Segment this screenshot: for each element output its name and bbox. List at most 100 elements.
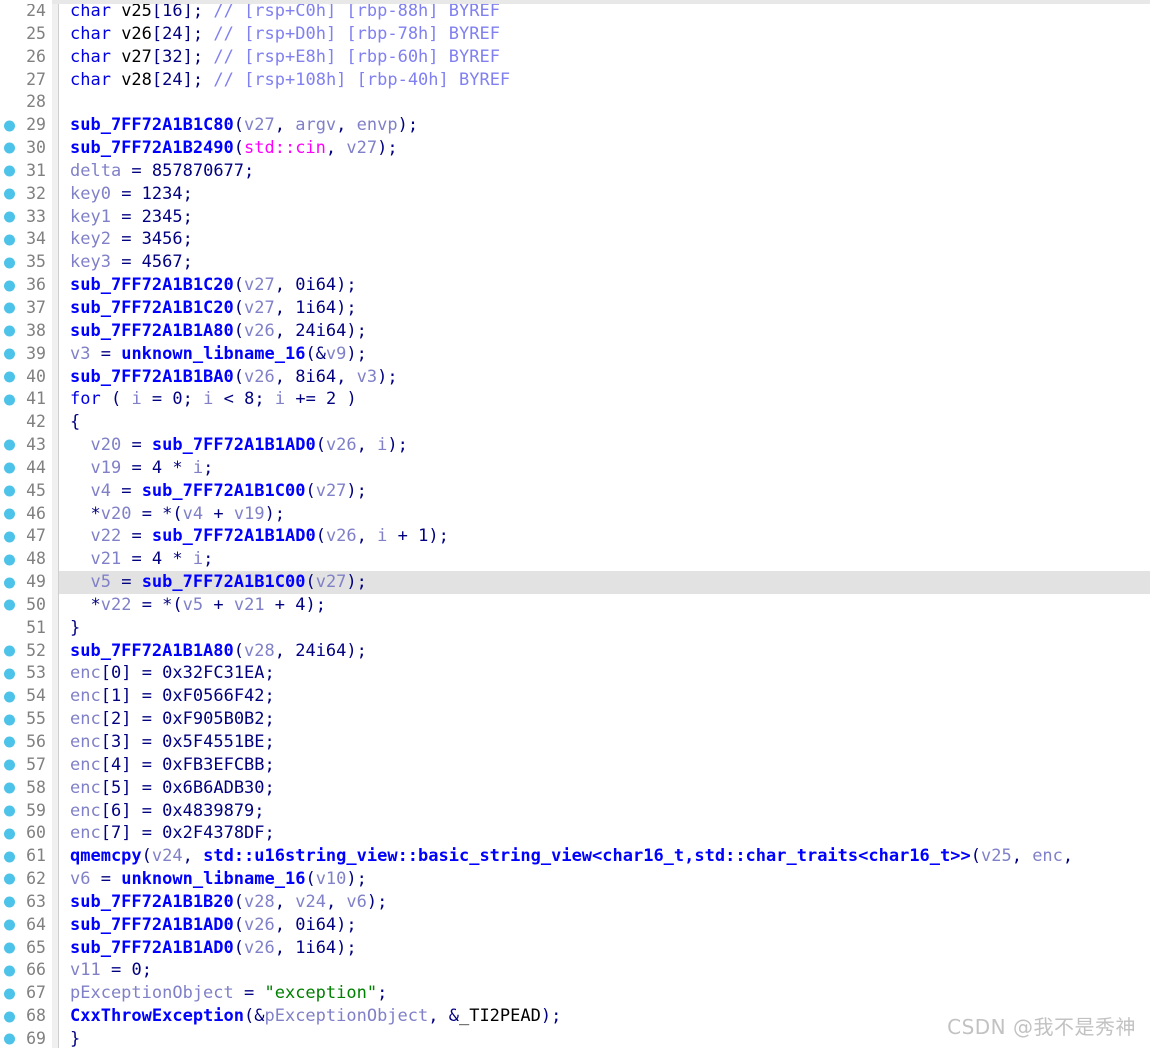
token-pun[interactable]: ( — [234, 367, 244, 387]
token-num[interactable]: 1i64 — [295, 938, 336, 958]
token-plain[interactable]: v27 — [121, 47, 152, 67]
token-var[interactable]: v24 — [295, 892, 326, 912]
token-pun[interactable]: [ — [152, 70, 162, 90]
token-num[interactable]: 4 — [152, 549, 162, 569]
token-pun[interactable]: ( — [305, 481, 315, 501]
token-num[interactable]: 24 — [162, 70, 182, 90]
code-line[interactable]: 62 v6 = unknown_libname_16(v10); — [0, 868, 1150, 891]
token-var[interactable]: i — [131, 389, 141, 409]
token-var[interactable]: v22 — [101, 595, 132, 615]
token-pun[interactable]: ] = — [121, 778, 162, 798]
token-num[interactable]: 857870677 — [152, 161, 244, 181]
code-line-text[interactable]: enc[0] = 0x32FC31EA; — [59, 662, 275, 685]
token-kw[interactable]: char — [70, 1, 121, 21]
token-var[interactable]: v10 — [316, 869, 347, 889]
code-line-text[interactable]: key3 = 4567; — [59, 251, 193, 274]
code-line-text[interactable]: *v22 = *(v5 + v21 + 4); — [59, 594, 326, 617]
token-pun[interactable]: ; — [265, 755, 275, 775]
code-line[interactable]: 61 qmemcpy(v24, std::u16string_view::basi… — [0, 845, 1150, 868]
token-pun[interactable]: , — [326, 892, 346, 912]
token-var[interactable]: key0 — [70, 184, 111, 204]
token-pun[interactable]: [ — [101, 823, 111, 843]
token-pun[interactable]: = *( — [131, 595, 183, 615]
token-var[interactable]: v11 — [70, 960, 101, 980]
token-pun[interactable]: , — [336, 367, 356, 387]
code-line[interactable]: 31 delta = 857870677; — [0, 160, 1150, 183]
token-var[interactable]: v26 — [244, 915, 275, 935]
token-num[interactable]: 24 — [162, 24, 182, 44]
token-num[interactable]: 2 — [326, 389, 336, 409]
code-line-text[interactable]: sub_7FF72A1B1C20(v27, 1i64); — [59, 297, 357, 320]
code-line[interactable]: 47 v22 = sub_7FF72A1B1AD0(v26, i + 1); — [0, 525, 1150, 548]
code-line[interactable]: 29 sub_7FF72A1B1C80(v27, argv, envp); — [0, 114, 1150, 137]
token-pun[interactable]: ); — [336, 275, 356, 295]
token-pun[interactable]: ( — [234, 115, 244, 135]
token-num[interactable]: 4567 — [142, 252, 183, 272]
code-line[interactable]: 33 key1 = 2345; — [0, 206, 1150, 229]
token-pun[interactable]: += — [285, 389, 326, 409]
token-num[interactable]: 1i64 — [295, 298, 336, 318]
token-fn[interactable]: sub_7FF72A1B1C00 — [142, 481, 306, 501]
token-plain[interactable]: v25 — [121, 1, 152, 21]
token-lib[interactable]: std::cin — [244, 138, 326, 158]
token-pun[interactable]: ] = — [121, 686, 162, 706]
token-var[interactable]: v6 — [70, 869, 90, 889]
code-line[interactable]: 56 enc[3] = 0x5F4551BE; — [0, 731, 1150, 754]
token-var[interactable]: i — [193, 549, 203, 569]
token-num[interactable]: 8i64 — [295, 367, 336, 387]
token-pun[interactable]: ] = — [121, 732, 162, 752]
token-pun[interactable]: * — [162, 549, 193, 569]
code-line-text[interactable]: sub_7FF72A1B1B20(v28, v24, v6); — [59, 891, 387, 914]
token-var[interactable]: v26 — [244, 367, 275, 387]
token-var[interactable]: v27 — [244, 298, 275, 318]
token-num[interactable]: 5 — [111, 778, 121, 798]
token-cmt[interactable]: // [rsp+108h] [rbp-40h] BYREF — [213, 70, 510, 90]
token-fn[interactable]: sub_7FF72A1B1AD0 — [70, 915, 234, 935]
token-num[interactable]: 0x32FC31EA — [162, 663, 264, 683]
token-pun[interactable]: ); — [346, 321, 366, 341]
token-pun[interactable]: ); — [346, 344, 366, 364]
token-pun[interactable]: ( — [316, 526, 326, 546]
code-line-text[interactable] — [59, 91, 70, 114]
code-line[interactable]: 55 enc[2] = 0xF905B0B2; — [0, 708, 1150, 731]
token-pun[interactable]: ; — [265, 709, 275, 729]
token-pun[interactable]: = — [111, 184, 142, 204]
token-fn[interactable]: sub_7FF72A1B1AD0 — [152, 526, 316, 546]
code-line[interactable]: 37 sub_7FF72A1B1C20(v27, 1i64); — [0, 297, 1150, 320]
token-var[interactable]: v4 — [90, 481, 110, 501]
token-var[interactable]: v19 — [234, 504, 265, 524]
token-kw[interactable]: char — [70, 47, 121, 67]
token-pun[interactable]: = — [111, 252, 142, 272]
token-num[interactable]: 24i64 — [295, 641, 346, 661]
token-var[interactable]: v25 — [981, 846, 1012, 866]
token-var[interactable]: v27 — [244, 275, 275, 295]
code-line-text[interactable]: char v26[24]; // [rsp+D0h] [rbp-78h] BYR… — [59, 23, 500, 46]
token-var[interactable]: v27 — [316, 572, 347, 592]
code-line-text[interactable]: sub_7FF72A1B1A80(v28, 24i64); — [59, 640, 367, 663]
code-line[interactable]: 67 pExceptionObject = "exception"; — [0, 982, 1150, 1005]
token-pun[interactable]: = — [101, 960, 132, 980]
token-pun[interactable]: ]; — [183, 70, 214, 90]
code-line-text[interactable]: v19 = 4 * i; — [59, 457, 213, 480]
code-line-text[interactable]: *v20 = *(v4 + v19); — [59, 503, 285, 526]
token-var[interactable]: i — [275, 389, 285, 409]
token-pun[interactable]: [ — [152, 1, 162, 21]
token-pun[interactable]: ( — [234, 641, 244, 661]
token-pun[interactable]: ); — [336, 298, 356, 318]
token-pun[interactable]: ); — [398, 115, 418, 135]
token-pun[interactable]: , — [183, 846, 203, 866]
token-pun[interactable]: , — [275, 275, 295, 295]
token-pun[interactable]: , — [357, 435, 377, 455]
code-line[interactable]: 43 v20 = sub_7FF72A1B1AD0(v26, i); — [0, 434, 1150, 457]
token-pun[interactable]: ] = — [121, 801, 162, 821]
token-var[interactable]: v5 — [183, 595, 203, 615]
code-line-text[interactable]: sub_7FF72A1B1C80(v27, argv, envp); — [59, 114, 418, 137]
token-var[interactable]: v27 — [316, 481, 347, 501]
token-pun[interactable]: [ — [152, 24, 162, 44]
token-cmt[interactable]: // [rsp+C0h] [rbp-88h] BYREF — [213, 1, 500, 21]
token-pun[interactable]: = — [90, 869, 121, 889]
token-fn[interactable]: sub_7FF72A1B1A80 — [70, 641, 234, 661]
code-line[interactable]: 39 v3 = unknown_libname_16(&v9); — [0, 343, 1150, 366]
code-line-text[interactable]: v4 = sub_7FF72A1B1C00(v27); — [59, 480, 366, 503]
code-line[interactable]: 36 sub_7FF72A1B1C20(v27, 0i64); — [0, 274, 1150, 297]
